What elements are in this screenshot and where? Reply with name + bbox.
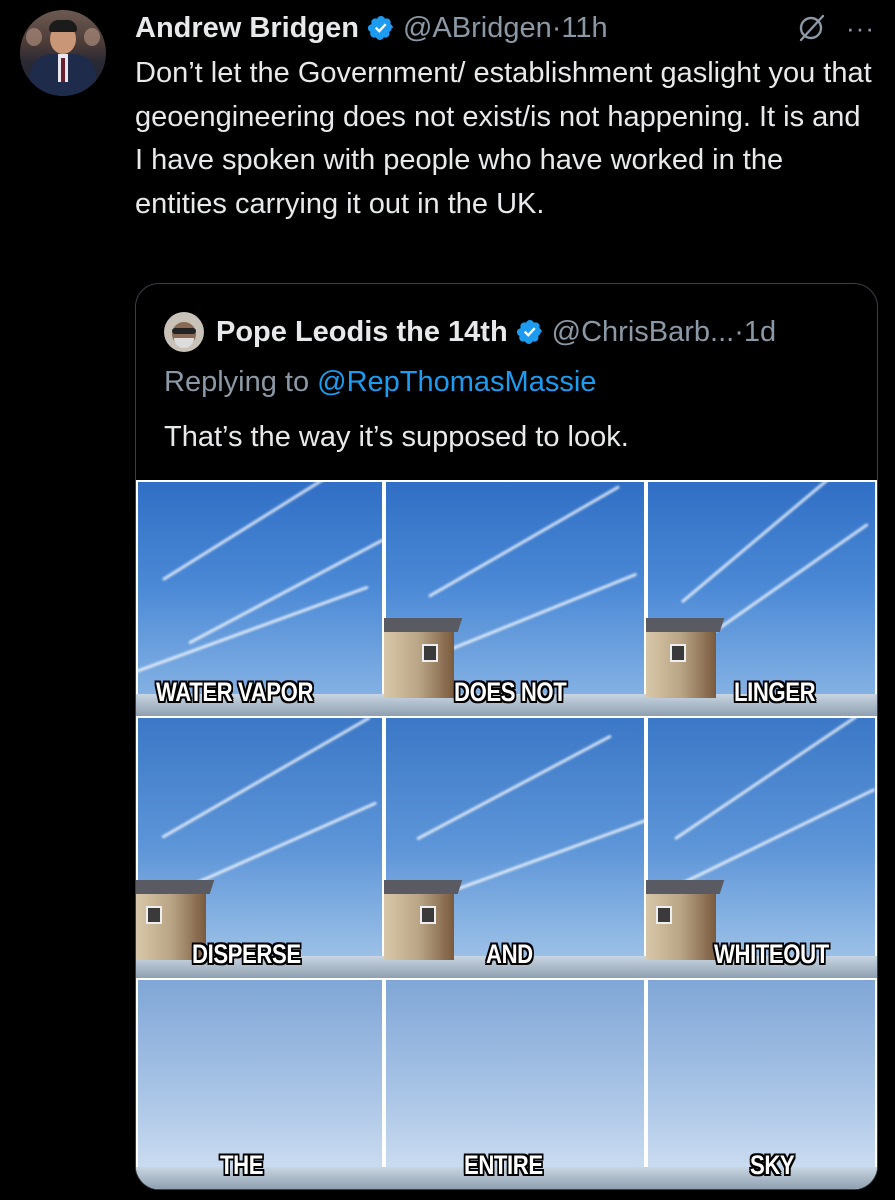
quote-image-grid[interactable]: WATER VAPOR DOES NOT LINGER DISPERSE AND… xyxy=(136,480,877,1189)
header-actions: ··· xyxy=(796,8,875,48)
quote-tweet-card[interactable]: Pope Leodis the 14th @ChrisBarb... · 1d … xyxy=(135,283,878,1190)
house-window xyxy=(146,906,162,924)
quote-text: That’s the way it’s supposed to look. xyxy=(164,421,629,453)
contrail xyxy=(703,522,869,641)
meme-caption: DOES NOT xyxy=(454,677,567,707)
house-window xyxy=(420,906,436,924)
avatar-hair xyxy=(49,20,77,32)
author-name[interactable]: Andrew Bridgen xyxy=(135,12,359,45)
house-roof xyxy=(646,880,725,894)
quote-author-avatar[interactable] xyxy=(164,312,204,352)
contrail xyxy=(676,787,876,888)
tweet-page: Andrew Bridgen @ABridgen · 11h ··· Don’t… xyxy=(0,0,895,1200)
house xyxy=(646,880,725,960)
meme-caption: WHITEOUT xyxy=(714,939,829,969)
image-tile: AND xyxy=(384,716,646,978)
avatar-glasses xyxy=(172,328,196,334)
quote-time[interactable]: 1d xyxy=(744,316,776,349)
more-icon[interactable]: ··· xyxy=(846,13,875,44)
verified-badge-icon xyxy=(367,16,393,40)
contrail xyxy=(427,485,621,598)
separator: · xyxy=(734,315,744,348)
contrail xyxy=(680,480,852,604)
separator: · xyxy=(551,11,562,44)
contrail xyxy=(136,585,369,678)
quote-author-handle[interactable]: @ChrisBarb... xyxy=(552,316,735,349)
quote-author-name[interactable]: Pope Leodis the 14th xyxy=(216,316,508,349)
author-handle[interactable]: @ABridgen xyxy=(403,12,552,45)
image-tile: DISPERSE xyxy=(136,716,384,978)
meme-caption: SKY xyxy=(750,1150,795,1180)
meme-caption: AND xyxy=(486,939,533,969)
avatar-bg-figure xyxy=(26,28,42,46)
meme-caption: LINGER xyxy=(734,677,816,707)
contrail xyxy=(673,716,859,841)
house-roof xyxy=(646,618,725,632)
house xyxy=(384,618,463,698)
house xyxy=(384,880,463,960)
image-tile: THE xyxy=(136,978,384,1189)
avatar-tie xyxy=(61,58,65,82)
house-roof xyxy=(136,880,215,894)
author-avatar[interactable] xyxy=(20,10,106,96)
tweet-text: Don’t let the Government/ establishment … xyxy=(135,57,872,220)
replying-prefix: Replying to xyxy=(164,366,318,398)
meme-caption: ENTIRE xyxy=(464,1150,543,1180)
verified-badge-icon xyxy=(516,320,542,344)
avatar-beard xyxy=(174,338,194,348)
house-roof xyxy=(384,880,463,894)
contrail xyxy=(450,572,638,651)
image-tile: DOES NOT xyxy=(384,480,646,716)
quote-header: Pope Leodis the 14th @ChrisBarb... · 1d xyxy=(164,312,776,352)
tweet-time[interactable]: 11h xyxy=(561,12,607,45)
image-tile: ENTIRE xyxy=(384,978,646,1189)
house-window xyxy=(422,644,438,662)
house-roof xyxy=(384,618,463,632)
replying-to-mention[interactable]: @RepThomasMassie xyxy=(317,366,596,398)
image-tile: WATER VAPOR xyxy=(136,480,384,716)
image-tile: LINGER xyxy=(646,480,877,716)
grok-icon[interactable] xyxy=(796,13,826,43)
image-tile: WHITEOUT xyxy=(646,716,877,978)
meme-caption: WATER VAPOR xyxy=(156,677,314,707)
contrail xyxy=(161,480,351,582)
replying-to-line: Replying to @RepThomasMassie xyxy=(164,366,596,399)
contrail xyxy=(440,818,646,897)
meme-caption: DISPERSE xyxy=(192,939,301,969)
avatar-bg-figure xyxy=(84,28,100,46)
meme-caption: THE xyxy=(220,1150,264,1180)
contrail xyxy=(416,734,612,841)
house-window xyxy=(670,644,686,662)
tweet-header: Andrew Bridgen @ABridgen · 11h ··· xyxy=(135,8,875,48)
image-tile: SKY xyxy=(646,978,877,1189)
house-window xyxy=(656,906,672,924)
house xyxy=(646,618,725,698)
